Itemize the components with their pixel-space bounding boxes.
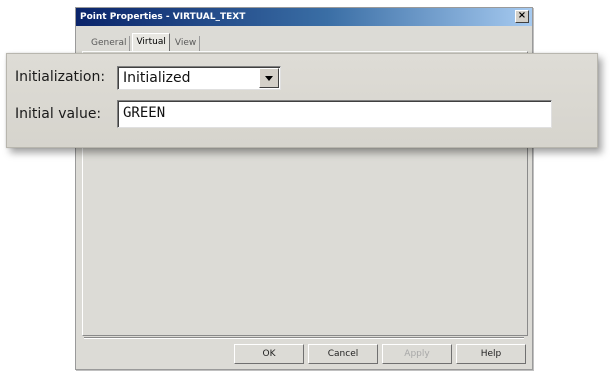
initialization-select[interactable]: Initialized: [117, 66, 281, 90]
chevron-down-icon: [265, 76, 273, 81]
initialization-selected-value: Initialized: [123, 70, 191, 86]
dialog-title: Point Properties - VIRTUAL_TEXT: [80, 12, 246, 22]
help-button[interactable]: Help: [456, 344, 526, 364]
cancel-button[interactable]: Cancel: [308, 344, 378, 364]
initial-value-input[interactable]: GREEN: [117, 100, 552, 128]
ok-button[interactable]: OK: [234, 344, 304, 364]
zoom-callout: Initialization: Initialized Initial valu…: [6, 53, 598, 148]
initialization-label: Initialization:: [15, 69, 106, 85]
apply-button: Apply: [382, 344, 452, 364]
dialog-titlebar: Point Properties - VIRTUAL_TEXT ×: [76, 8, 532, 26]
close-icon[interactable]: ×: [515, 10, 529, 23]
tab-general[interactable]: General: [88, 36, 131, 52]
tab-strip: General Virtual View: [88, 32, 202, 52]
tab-virtual[interactable]: Virtual: [132, 33, 170, 52]
initial-value-label: Initial value:: [15, 106, 102, 122]
button-separator: [84, 337, 524, 339]
tab-view[interactable]: View: [172, 36, 201, 52]
dropdown-arrow-icon[interactable]: [259, 68, 279, 88]
